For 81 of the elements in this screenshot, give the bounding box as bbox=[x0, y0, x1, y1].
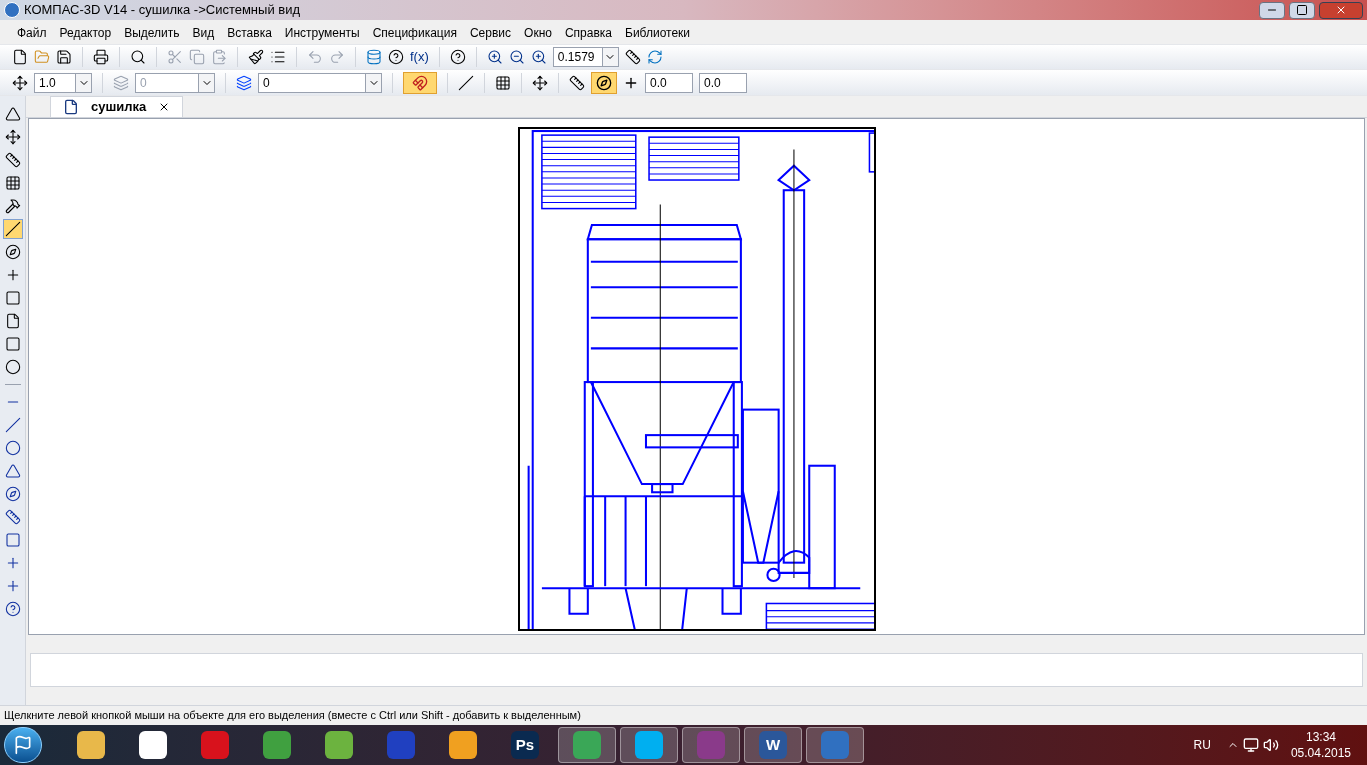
app-icon bbox=[139, 731, 167, 759]
slash-icon bbox=[4, 221, 21, 237]
taskbar-app-button[interactable]: W bbox=[744, 727, 802, 763]
maximize-button[interactable] bbox=[1289, 1, 1315, 19]
geometry-tool-icon[interactable] bbox=[4, 601, 21, 617]
menu-item[interactable]: Библиотеки bbox=[620, 24, 696, 42]
grid-icon bbox=[4, 175, 21, 191]
arrows-icon bbox=[4, 129, 21, 145]
ruler-icon bbox=[4, 152, 21, 168]
scale-dropdown[interactable]: 0.1579 bbox=[552, 47, 619, 67]
geometry-tool-icon[interactable] bbox=[4, 440, 21, 456]
menu-item[interactable]: Справка bbox=[559, 24, 617, 42]
app-icon bbox=[697, 731, 725, 759]
close-icon bbox=[1335, 4, 1347, 16]
shapes-icon bbox=[4, 106, 21, 122]
refresh-icon[interactable] bbox=[646, 49, 663, 65]
round-snap-button[interactable] bbox=[591, 71, 617, 94]
zoom-out-icon[interactable] bbox=[508, 49, 525, 65]
status-hint: Щелкните левой кнопкой мыши на объекте для его выделения (вместе с Ctrl или Shift - добавить к выделенным) bbox=[4, 708, 581, 724]
app-icon bbox=[573, 731, 601, 759]
app-icon bbox=[821, 731, 849, 759]
menu-item[interactable]: Вставка bbox=[222, 24, 277, 42]
grid-icon[interactable] bbox=[495, 74, 511, 91]
layers-icon[interactable] bbox=[236, 74, 252, 91]
layer-dropdown[interactable]: 0 bbox=[258, 72, 382, 93]
geometry-tool-icon[interactable] bbox=[4, 509, 21, 525]
save-icon[interactable] bbox=[56, 49, 72, 65]
taskbar-app-button[interactable]: Ps bbox=[496, 727, 554, 763]
document-icon bbox=[63, 99, 79, 115]
menu-item[interactable]: Сервис bbox=[464, 24, 517, 42]
app-icon bbox=[263, 731, 291, 759]
list-icon[interactable] bbox=[270, 49, 286, 65]
geometry-tool-icon[interactable] bbox=[4, 417, 21, 433]
drawing-canvas[interactable] bbox=[28, 118, 1365, 636]
x-coordinate-field[interactable]: 0.0 bbox=[645, 72, 693, 93]
menu-item[interactable]: Файл bbox=[12, 24, 52, 42]
compass-icon bbox=[4, 244, 21, 260]
menu-item[interactable]: Вид bbox=[187, 24, 220, 42]
help-icon[interactable] bbox=[388, 49, 404, 65]
app-icon bbox=[77, 731, 105, 759]
minimize-button[interactable] bbox=[1259, 1, 1285, 19]
zoom-in-icon[interactable] bbox=[486, 49, 503, 65]
print-icon[interactable] bbox=[93, 49, 109, 65]
network-icon[interactable] bbox=[1242, 737, 1259, 753]
app-icon: W bbox=[759, 731, 787, 759]
circle-icon bbox=[4, 359, 21, 375]
window-title: КОМПАС-3D V14 - сушилка ->Системный вид bbox=[24, 1, 301, 20]
clock-date[interactable]: 05.04.2015 bbox=[1290, 745, 1351, 761]
context-help-icon[interactable] bbox=[449, 49, 466, 65]
app-icon bbox=[635, 731, 663, 759]
menu-item[interactable]: Окно bbox=[519, 24, 557, 42]
magnet-icon bbox=[412, 74, 428, 91]
hammer-icon bbox=[4, 198, 21, 214]
new-file-icon[interactable] bbox=[12, 49, 28, 65]
geometry-tool-icon[interactable] bbox=[4, 486, 21, 502]
menu-item[interactable]: Инструменты bbox=[279, 24, 365, 42]
snap-button[interactable] bbox=[403, 71, 437, 94]
geometry-tool-icon[interactable] bbox=[4, 463, 21, 479]
menu-item[interactable]: Редактор bbox=[54, 24, 117, 42]
app-icon bbox=[325, 731, 353, 759]
app-icon bbox=[201, 731, 229, 759]
clock-time[interactable]: 13:34 bbox=[1305, 729, 1336, 745]
sheet-icon bbox=[4, 313, 21, 329]
app-icon: Ps bbox=[511, 731, 539, 759]
app-icon bbox=[387, 731, 415, 759]
app-icon bbox=[449, 731, 477, 759]
language-indicator[interactable]: RU bbox=[1193, 736, 1211, 754]
menu-item[interactable]: Спецификация bbox=[367, 24, 462, 42]
database-icon[interactable] bbox=[366, 49, 382, 65]
maximize-icon bbox=[1296, 4, 1308, 16]
start-button[interactable] bbox=[4, 727, 42, 763]
menu-item[interactable]: Выделить bbox=[119, 24, 185, 42]
y-coordinate-field[interactable]: 0.0 bbox=[699, 72, 747, 93]
tool-button[interactable] bbox=[2, 219, 23, 239]
zoom-icon[interactable] bbox=[530, 49, 547, 65]
document-tab[interactable]: сушилка bbox=[50, 96, 184, 117]
brush-icon[interactable] bbox=[248, 49, 264, 65]
ruler-icon[interactable] bbox=[624, 49, 641, 65]
function-button[interactable]: f(x) bbox=[410, 47, 429, 67]
step-dropdown[interactable]: 1.0 bbox=[34, 72, 92, 93]
volume-icon[interactable] bbox=[1262, 737, 1279, 753]
